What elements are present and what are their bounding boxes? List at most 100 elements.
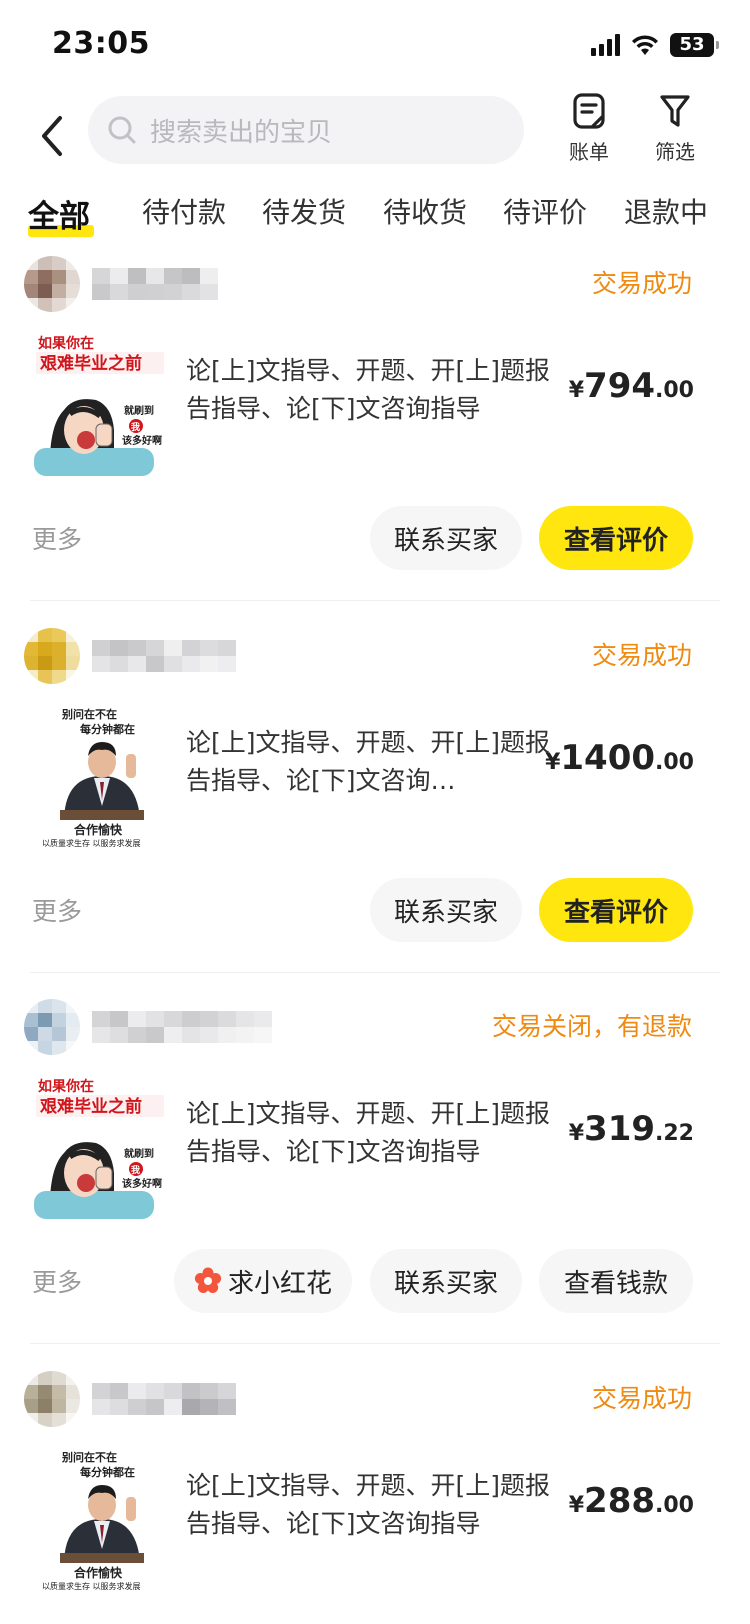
biz-top1-text: 别问在不在 (61, 707, 117, 721)
chevron-left-icon (42, 116, 62, 156)
businessman-image: 别问在不在 每分钟都在 合作愉快 以质量求生存 以服务求发展 (30, 1445, 170, 1591)
meme-top-text: 如果你在 (38, 1078, 94, 1095)
avatar[interactable] (24, 1371, 80, 1427)
price-integer: 319 (584, 1109, 656, 1149)
order-actions: 更多 联系买家 查看评价 (0, 878, 750, 942)
contact-buyer-button[interactable]: 联系买家 (370, 506, 522, 570)
meme-banner-text: 艰难毕业之前 (39, 353, 142, 374)
seller-name-blurred (92, 268, 218, 300)
tab-refunding[interactable]: 退款中 (624, 191, 708, 231)
more-button[interactable]: 更多 (32, 1263, 82, 1299)
more-button[interactable]: 更多 (32, 892, 82, 928)
tab-pending-shipment[interactable]: 待发货 (262, 191, 346, 231)
price-integer: 1400 (560, 738, 656, 778)
filter-icon (660, 95, 690, 127)
divider (30, 1343, 720, 1344)
price-decimal: .00 (655, 750, 694, 775)
price-decimal: .00 (655, 378, 694, 403)
bill-icon (573, 93, 605, 129)
seller-name-blurred (92, 640, 236, 672)
biz-top1-text: 别问在不在 (61, 1450, 117, 1464)
battery-icon: 53 (670, 33, 719, 57)
product-thumbnail[interactable]: 如果你在 艰难毕业之前 就刷到 我 该多好啊 (30, 330, 170, 476)
avatar[interactable] (24, 628, 80, 684)
tab-all[interactable]: 全部 (28, 191, 90, 236)
biz-bottom1-text: 合作愉快 (74, 822, 123, 837)
meme-banner-text: 艰难毕业之前 (39, 1096, 142, 1117)
seller-row: 交易成功 (24, 1371, 724, 1427)
order-actions: 更多 联系买家 查看评价 (0, 506, 750, 570)
seller-name-blurred (92, 1011, 290, 1043)
order-tabs: 全部 待付款 待发货 待收货 待评价 退款中 (0, 185, 750, 245)
order-price: ¥794.00 (569, 366, 694, 406)
price-currency: ¥ (545, 750, 561, 775)
order-status: 交易成功 (591, 641, 692, 670)
view-funds-button[interactable]: 查看钱款 (539, 1249, 693, 1313)
order-status: 交易成功 (591, 269, 692, 298)
price-integer: 288 (584, 1481, 656, 1521)
search-icon (108, 116, 136, 144)
product-thumbnail[interactable]: 别问在不在 每分钟都在 合作愉快 以质量求生存 以服务求发展 (30, 1445, 170, 1591)
back-button[interactable] (30, 106, 74, 166)
order-price: ¥1400.00 (545, 738, 694, 778)
contact-buyer-button[interactable]: 联系买家 (370, 878, 522, 942)
product-thumbnail[interactable]: 如果你在 艰难毕业之前 就刷到 我 该多好啊 (30, 1073, 170, 1219)
biz-bottom2-text: 以质量求生存 以服务求发展 (42, 838, 141, 848)
meme-bubble2-text: 我 (131, 1164, 140, 1176)
order-price: ¥319.22 (569, 1109, 694, 1149)
order-actions: 更多 求小红花 联系买家 查看钱款 (0, 1249, 750, 1313)
view-review-button[interactable]: 查看评价 (539, 506, 693, 570)
bill-button[interactable]: 账单 (554, 92, 624, 172)
filter-button[interactable]: 筛选 (640, 92, 710, 172)
bill-label: 账单 (569, 140, 609, 164)
meme-top-text: 如果你在 (38, 335, 94, 352)
meme-bubble1-text: 就刷到 (124, 1147, 154, 1160)
price-decimal: .22 (655, 1121, 694, 1146)
seller-name-blurred (92, 1383, 236, 1415)
meme-bubble3-text: 该多好啊 (122, 434, 162, 447)
search-placeholder: 搜索卖出的宝贝 (150, 117, 333, 148)
biz-bottom2-text: 以质量求生存 以服务求发展 (42, 1581, 141, 1591)
status-time: 23:05 (52, 26, 150, 61)
order-status: 交易关闭，有退款 (491, 1012, 692, 1041)
status-bar: 23:05 53 (0, 0, 750, 88)
graduation-meme-image: 如果你在 艰难毕业之前 就刷到 我 该多好啊 (30, 330, 170, 476)
avatar[interactable] (24, 999, 80, 1055)
meme-bubble2-text: 我 (131, 421, 140, 433)
ask-flower-button[interactable]: 求小红花 (174, 1249, 352, 1313)
price-currency: ¥ (568, 378, 585, 403)
order-status: 交易成功 (591, 1384, 692, 1413)
tab-pending-payment[interactable]: 待付款 (142, 191, 226, 231)
avatar[interactable] (24, 256, 80, 312)
price-currency: ¥ (568, 1121, 585, 1146)
product-title[interactable]: 论[上]文指导、开题、开[上]题报告指导、论[下]文咨询… (186, 724, 556, 800)
divider (30, 972, 720, 973)
meme-bubble1-text: 就刷到 (124, 404, 154, 417)
signal-icon (591, 34, 620, 56)
flower-icon (194, 1267, 222, 1293)
contact-buyer-button[interactable]: 联系买家 (370, 1249, 522, 1313)
graduation-meme-image: 如果你在 艰难毕业之前 就刷到 我 该多好啊 (30, 1073, 170, 1219)
biz-bottom1-text: 合作愉快 (74, 1565, 123, 1580)
tab-pending-review[interactable]: 待评价 (503, 191, 587, 231)
divider (30, 600, 720, 601)
price-currency: ¥ (568, 1493, 585, 1518)
businessman-image: 别问在不在 每分钟都在 合作愉快 以质量求生存 以服务求发展 (30, 702, 170, 848)
product-title[interactable]: 论[上]文指导、开题、开[上]题报告指导、论[下]文咨询指导 (186, 352, 556, 428)
header: 搜索卖出的宝贝 账单 筛选 (0, 88, 750, 188)
view-review-button[interactable]: 查看评价 (539, 878, 693, 942)
product-thumbnail[interactable]: 别问在不在 每分钟都在 合作愉快 以质量求生存 以服务求发展 (30, 702, 170, 848)
ask-flower-label: 求小红花 (227, 1268, 332, 1299)
product-title[interactable]: 论[上]文指导、开题、开[上]题报告指导、论[下]文咨询指导 (186, 1095, 556, 1171)
tab-pending-receipt[interactable]: 待收货 (383, 191, 467, 231)
biz-top2-text: 每分钟都在 (80, 1465, 135, 1479)
search-input[interactable]: 搜索卖出的宝贝 (88, 96, 524, 164)
status-icons: 53 (591, 30, 719, 60)
price-integer: 794 (584, 366, 656, 406)
order-price: ¥288.00 (569, 1481, 694, 1521)
product-title[interactable]: 论[上]文指导、开题、开[上]题报告指导、论[下]文咨询指导 (186, 1467, 556, 1543)
price-decimal: .00 (655, 1493, 694, 1518)
more-button[interactable]: 更多 (32, 520, 82, 556)
biz-top2-text: 每分钟都在 (80, 722, 135, 736)
seller-row: 交易关闭，有退款 (24, 999, 724, 1055)
